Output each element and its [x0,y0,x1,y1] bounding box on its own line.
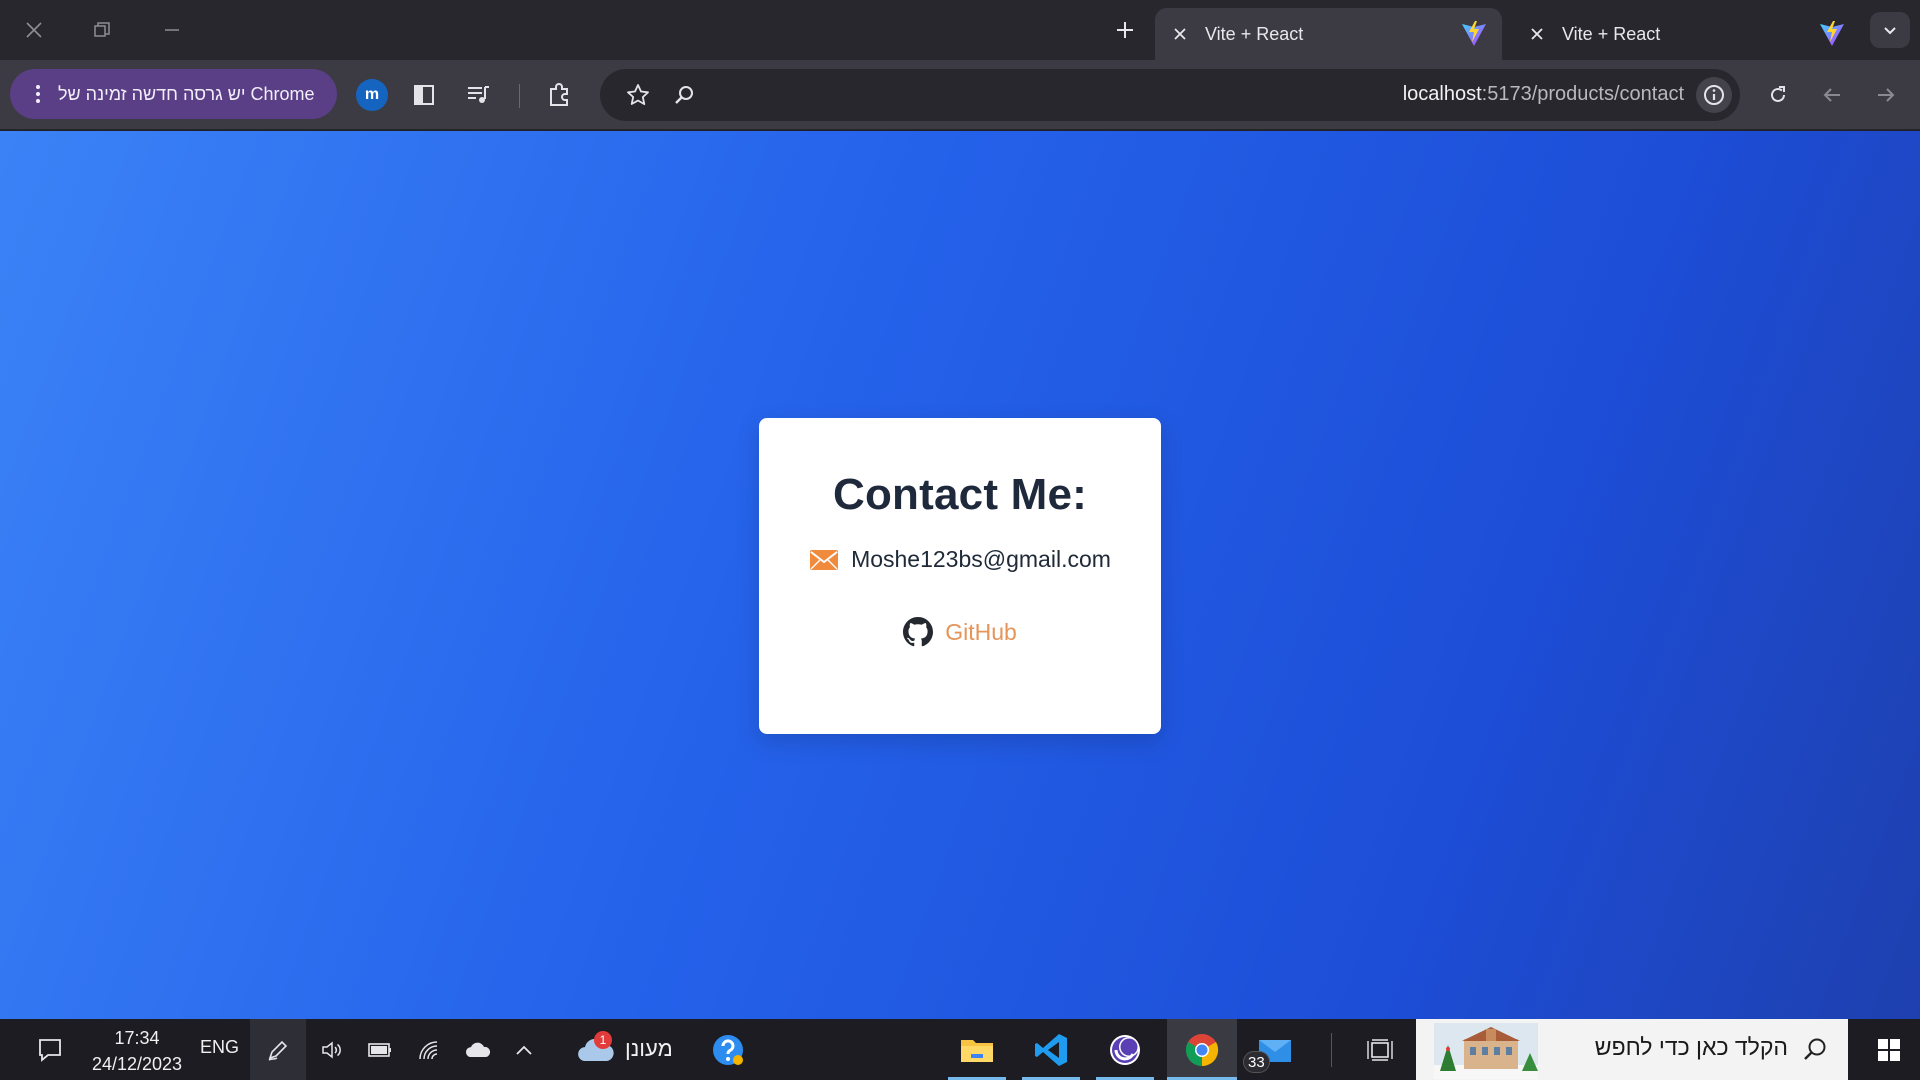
eclipse-app-button[interactable] [1100,1019,1150,1080]
tab-vite-react[interactable]: Vite + React [1512,8,1860,60]
page-title: Contact Me: [833,470,1087,519]
chevron-up-icon [516,1045,532,1055]
address-bar[interactable]: localhost:5173/products/contact [600,69,1740,121]
battery-button[interactable] [362,1019,398,1080]
close-icon [1174,28,1186,40]
arrow-right-icon [1878,88,1895,102]
window-restore-button[interactable] [77,10,127,50]
show-hidden-icons-button[interactable] [508,1019,540,1080]
puzzle-piece-icon [550,83,568,106]
weather-widget-button[interactable] [574,1019,618,1080]
github-link[interactable]: GitHub [903,617,1017,647]
window-close-button[interactable] [9,10,59,50]
tab-title: Vite + React [1562,23,1661,44]
tab-strip: Vite + React Vite + React [0,0,1920,60]
email-row[interactable]: Moshe123bs@gmail.com [809,546,1111,573]
tab-title: Vite + React [1205,23,1304,44]
profile-avatar[interactable]: m [356,79,388,111]
input-language[interactable]: ENG [200,1037,239,1058]
url-host: localhost [1402,83,1482,105]
browser-toolbar: יש גרסה חדשה זמינה של Chrome m localhost… [0,60,1920,130]
back-button[interactable] [1814,77,1850,113]
side-panel-button[interactable] [406,77,442,113]
speaker-icon [322,1040,341,1059]
onedrive-button[interactable] [458,1019,498,1080]
notification-icon [39,1038,61,1062]
search-placeholder: הקלד כאן כדי לחפש [1594,1034,1788,1060]
close-icon [1531,28,1543,40]
taskbar-search-box[interactable]: הקלד כאן כדי לחפש [1416,1019,1848,1080]
page-viewport: Contact Me: Moshe123bs@gmail.com GitHub [0,131,1920,1019]
minimize-icon [165,29,179,31]
task-view-button[interactable] [1360,1019,1400,1080]
vite-logo-icon [1820,21,1844,46]
side-panel-icon [414,85,434,105]
reload-button[interactable] [1760,77,1796,113]
pen-icon [262,1019,294,1080]
tab-search-button[interactable] [1870,12,1910,48]
weather-badge: 1 [594,1031,612,1049]
volume-button[interactable] [314,1019,350,1080]
vite-logo-icon [1462,21,1486,46]
arrow-left-icon [1823,88,1840,102]
extensions-button[interactable] [542,77,578,113]
network-button[interactable] [411,1019,447,1080]
clock-time: 17:34 [114,1028,160,1048]
site-info-button[interactable] [1696,77,1732,113]
start-button[interactable] [1858,1019,1920,1080]
reload-icon [1771,86,1785,102]
url-path: :5173/products/contact [1481,83,1684,105]
info-icon [1704,85,1724,105]
wifi-icon [419,1040,438,1059]
vscode-icon [1035,1033,1067,1066]
plus-icon [1117,22,1133,38]
tab-close-button[interactable] [1526,23,1548,45]
window-minimize-button[interactable] [147,10,197,50]
cloud-icon [465,1042,491,1057]
magnifier-icon [675,86,693,104]
chrome-icon [1185,1033,1219,1066]
new-tab-button[interactable] [1105,14,1145,46]
forward-button[interactable] [1868,77,1904,113]
battery-icon [368,1042,391,1057]
action-center-button[interactable] [28,1019,72,1080]
restore-icon [94,22,110,37]
star-icon [627,84,649,105]
github-label: GitHub [945,618,1017,645]
bookmark-star-button[interactable] [620,77,656,113]
zoom-button[interactable] [666,77,702,113]
url-text[interactable]: localhost:5173/products/contact [1403,83,1684,106]
help-icon [713,1034,743,1065]
clock-date: 24/12/2023 [91,1054,183,1074]
windows-logo-icon [1878,1038,1900,1061]
task-view-icon [1367,1038,1393,1061]
mail-badge: 33 [1243,1051,1270,1073]
search-icon [1798,1032,1832,1066]
search-highlight-illustration [1434,1023,1538,1079]
tab-vite-react-active[interactable]: Vite + React [1155,8,1502,60]
queue-music-icon [468,86,489,103]
file-explorer-button[interactable] [952,1019,1002,1080]
chrome-icon-wrap [1177,1019,1227,1080]
update-notice-label: יש גרסה חדשה זמינה של Chrome [58,83,315,104]
weather-label[interactable]: מעונן [625,1036,673,1062]
email-address: Moshe123bs@gmail.com [851,546,1111,572]
more-vert-icon [30,85,46,103]
windows-taskbar: 17:34 24/12/2023 ENG 1 מעונן 33 הקלד כאן… [0,1019,1920,1080]
media-controls-button[interactable] [460,77,496,113]
chrome-update-button[interactable]: יש גרסה חדשה זמינה של Chrome [10,69,337,119]
github-icon [903,617,934,647]
vscode-button[interactable] [1026,1019,1076,1080]
taskbar-divider [1331,1033,1332,1067]
eclipse-icon [1110,1034,1140,1065]
contact-card: Contact Me: Moshe123bs@gmail.com GitHub [759,418,1161,734]
chevron-down-icon [1884,27,1896,35]
taskbar-clock[interactable]: 17:34 24/12/2023 [72,1025,202,1077]
envelope-icon [810,549,839,570]
folder-icon [961,1039,993,1062]
close-icon [26,22,42,38]
tab-close-button[interactable] [1169,23,1191,45]
toolbar-divider [519,84,520,108]
help-app-button[interactable] [706,1019,750,1080]
